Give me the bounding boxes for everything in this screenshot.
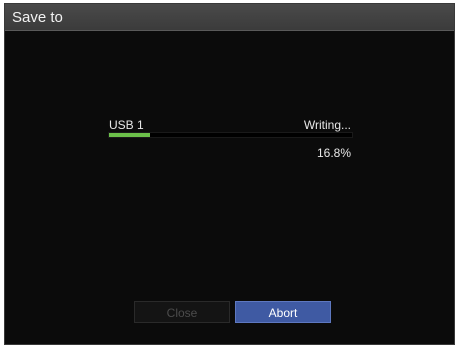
abort-button[interactable]: Abort bbox=[235, 301, 331, 323]
save-to-dialog: Save to USB 1 Writing... 16.8% Close Abo… bbox=[4, 3, 455, 345]
progress-bar-fill bbox=[109, 133, 150, 137]
dialog-title: Save to bbox=[12, 9, 63, 26]
status-label: Writing... bbox=[303, 118, 351, 132]
progress-bar bbox=[108, 132, 353, 138]
close-button[interactable]: Close bbox=[134, 301, 230, 323]
dialog-titlebar: Save to bbox=[5, 4, 454, 31]
progress-percent: 16.8% bbox=[316, 146, 351, 160]
device-label: USB 1 bbox=[109, 118, 144, 132]
